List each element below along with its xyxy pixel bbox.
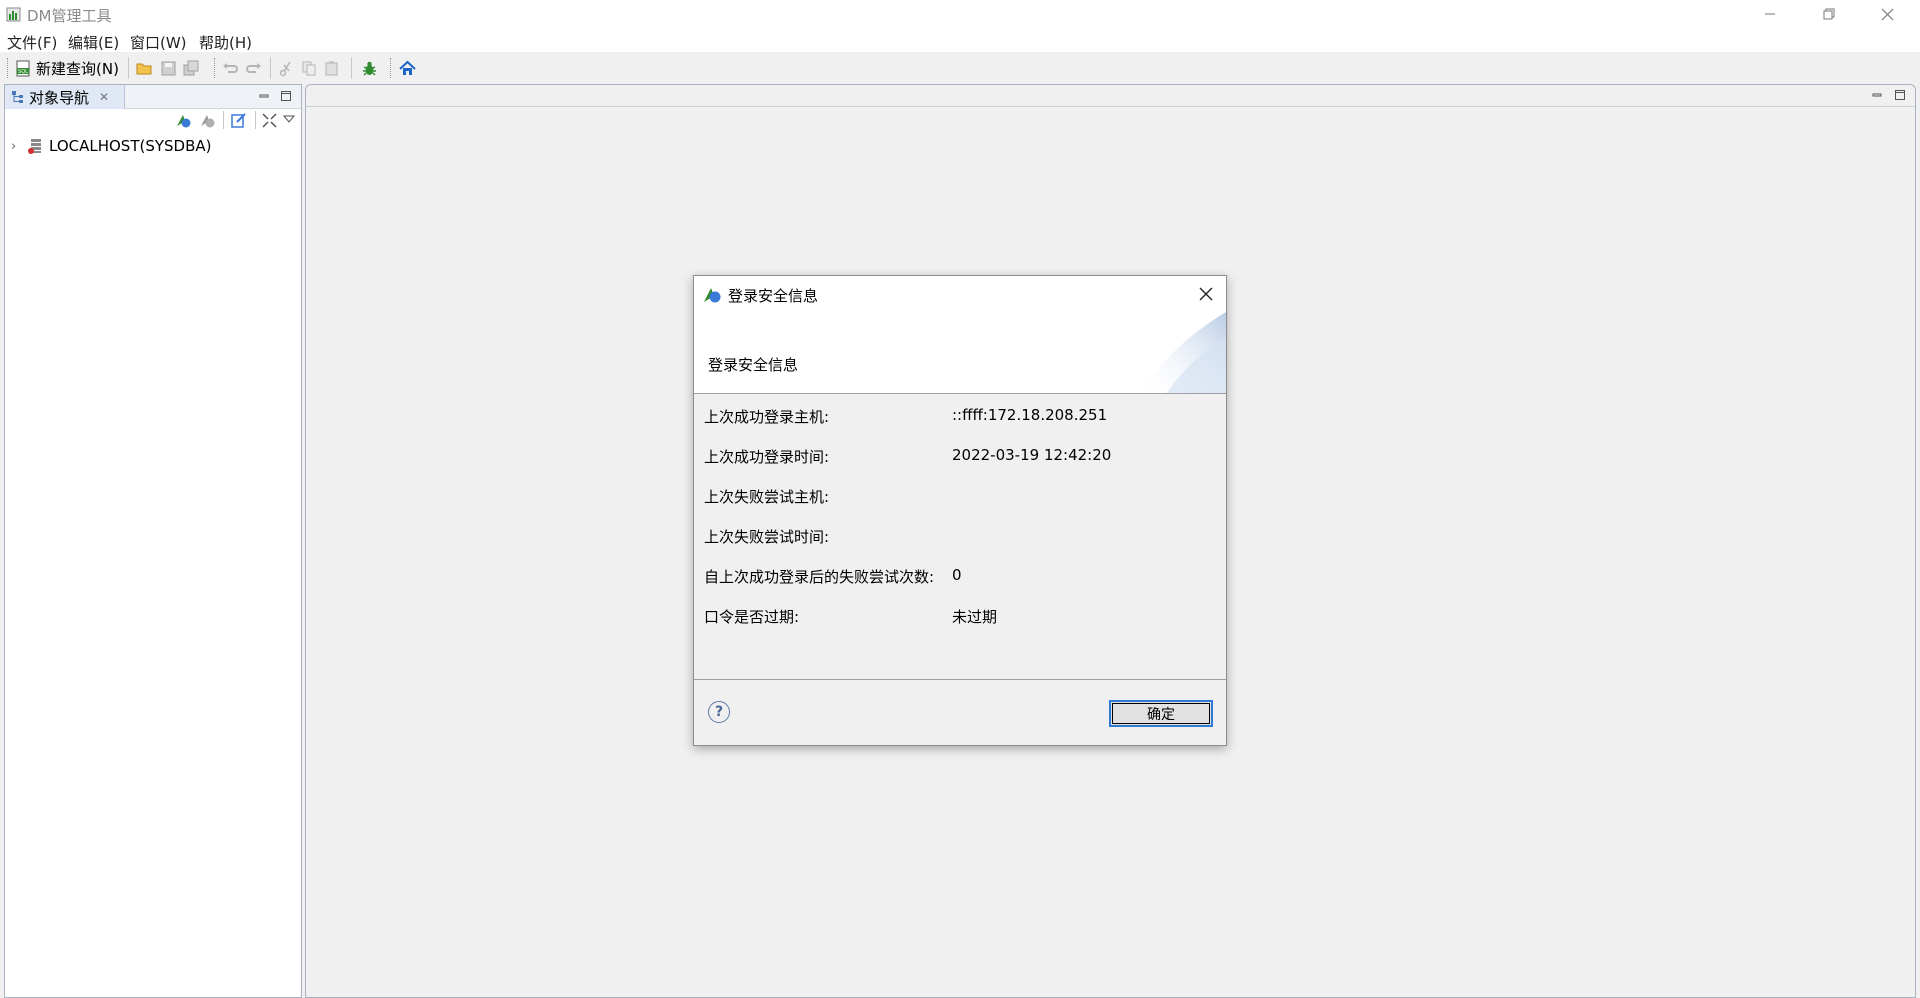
redo-icon[interactable] <box>245 60 262 77</box>
info-label: 上次成功登录时间: <box>704 448 830 466</box>
dm-app-icon <box>6 7 21 22</box>
open-folder-icon[interactable] <box>136 60 153 77</box>
info-label: 上次成功登录主机: <box>704 408 830 426</box>
navigator-toolbar <box>5 109 301 133</box>
tree-item-label: LOCALHOST(SYSDBA) <box>49 137 212 155</box>
info-value: 0 <box>952 566 962 584</box>
toolbar-grip <box>390 58 393 78</box>
object-navigator-panel: 对象导航 ✕ › LOCALHOST(SYSDBA) <box>4 84 302 998</box>
dialog-title: 登录安全信息 <box>728 287 819 305</box>
toolbar-separator <box>351 57 352 79</box>
new-query-button[interactable]: SQL 新建查询(N) <box>15 58 119 79</box>
title-bar: DM管理工具 <box>0 0 1920 28</box>
close-tab-icon[interactable]: ✕ <box>99 90 109 104</box>
help-icon[interactable]: ? <box>708 701 730 723</box>
new-query-label: 新建查询(N) <box>36 60 119 78</box>
chevron-right-icon[interactable]: › <box>11 139 21 154</box>
database-server-icon <box>28 139 41 154</box>
toolbar-grip <box>214 58 217 78</box>
dialog-banner-graphic <box>1136 312 1226 393</box>
dialog-footer-divider <box>694 679 1226 680</box>
info-row: 自上次成功登录后的失败尝试次数: 0 <box>704 566 1204 586</box>
minimize-panel-icon[interactable] <box>1871 89 1883 101</box>
edit-icon[interactable] <box>230 112 247 129</box>
dialog-heading: 登录安全信息 <box>708 356 799 374</box>
minimize-button[interactable] <box>1741 0 1799 28</box>
info-value: ::ffff:172.18.208.251 <box>952 406 1108 424</box>
toolbar-separator <box>270 57 271 79</box>
close-icon <box>1881 8 1893 20</box>
info-label: 口令是否过期: <box>704 608 800 626</box>
toolbar-separator <box>255 111 256 129</box>
connection-icon <box>704 288 721 303</box>
menu-help[interactable]: 帮助(H) <box>199 32 252 53</box>
info-row: 上次成功登录主机: ::ffff:172.18.208.251 <box>704 406 1204 426</box>
navigator-tab-bar: 对象导航 ✕ <box>5 85 301 109</box>
info-row: 上次失败尝试时间: <box>704 526 1204 546</box>
sql-new-icon: SQL <box>16 60 30 77</box>
restore-icon <box>1823 8 1835 20</box>
maximize-panel-icon[interactable] <box>280 90 292 102</box>
save-icon[interactable] <box>160 60 177 77</box>
connect-icon[interactable] <box>175 112 192 129</box>
window-title: DM管理工具 <box>27 7 112 25</box>
save-all-icon[interactable] <box>183 60 200 77</box>
login-security-dialog: 登录安全信息 登录安全信息 上次成功登录主机: ::ffff:172.18.20… <box>693 275 1227 746</box>
home-icon[interactable] <box>399 60 416 77</box>
cut-icon[interactable] <box>278 60 295 77</box>
toolbar-grip <box>7 58 10 78</box>
menu-file[interactable]: 文件(F) <box>7 32 57 53</box>
info-row: 上次成功登录时间: 2022-03-19 12:42:20 <box>704 446 1204 466</box>
svg-text:SQL: SQL <box>18 69 28 75</box>
info-value: 2022-03-19 12:42:20 <box>952 446 1112 464</box>
info-label: 上次失败尝试主机: <box>704 488 830 506</box>
debug-bug-icon[interactable] <box>361 60 378 77</box>
ok-button[interactable]: 确定 <box>1109 700 1213 727</box>
info-value: 未过期 <box>952 608 998 626</box>
maximize-panel-icon[interactable] <box>1894 89 1906 101</box>
restore-button[interactable] <box>1800 0 1858 28</box>
undo-icon[interactable] <box>222 60 239 77</box>
info-row: 上次失败尝试主机: <box>704 486 1204 506</box>
collapse-all-icon[interactable] <box>261 112 278 129</box>
tree-item-localhost[interactable]: › LOCALHOST(SYSDBA) <box>11 137 212 155</box>
dialog-close-button[interactable] <box>1194 282 1218 306</box>
editor-tab-bar <box>306 85 1915 107</box>
menu-bar: 文件(F) 编辑(E) 窗口(W) 帮助(H) <box>0 28 1920 52</box>
toolbar-separator <box>128 57 129 79</box>
minimize-icon <box>1765 13 1775 15</box>
paste-icon[interactable] <box>324 60 341 77</box>
copy-icon[interactable] <box>301 60 318 77</box>
info-label: 自上次成功登录后的失败尝试次数: <box>704 568 935 586</box>
navigator-tree-icon <box>12 91 23 103</box>
minimize-panel-icon[interactable] <box>258 90 270 102</box>
info-row: 口令是否过期: 未过期 <box>704 606 1204 626</box>
close-icon <box>1199 287 1213 301</box>
close-window-button[interactable] <box>1858 0 1916 28</box>
menu-window[interactable]: 窗口(W) <box>130 32 187 53</box>
toolbar-separator <box>223 111 224 129</box>
tab-object-navigator[interactable]: 对象导航 ✕ <box>5 85 125 109</box>
navigator-tab-label: 对象导航 <box>29 88 90 107</box>
disconnect-icon[interactable] <box>199 112 216 129</box>
main-toolbar: SQL 新建查询(N) <box>0 52 1920 84</box>
info-label: 上次失败尝试时间: <box>704 528 830 546</box>
dialog-header: 登录安全信息 登录安全信息 <box>694 276 1226 394</box>
view-menu-icon[interactable] <box>283 113 295 125</box>
menu-edit[interactable]: 编辑(E) <box>68 32 119 53</box>
